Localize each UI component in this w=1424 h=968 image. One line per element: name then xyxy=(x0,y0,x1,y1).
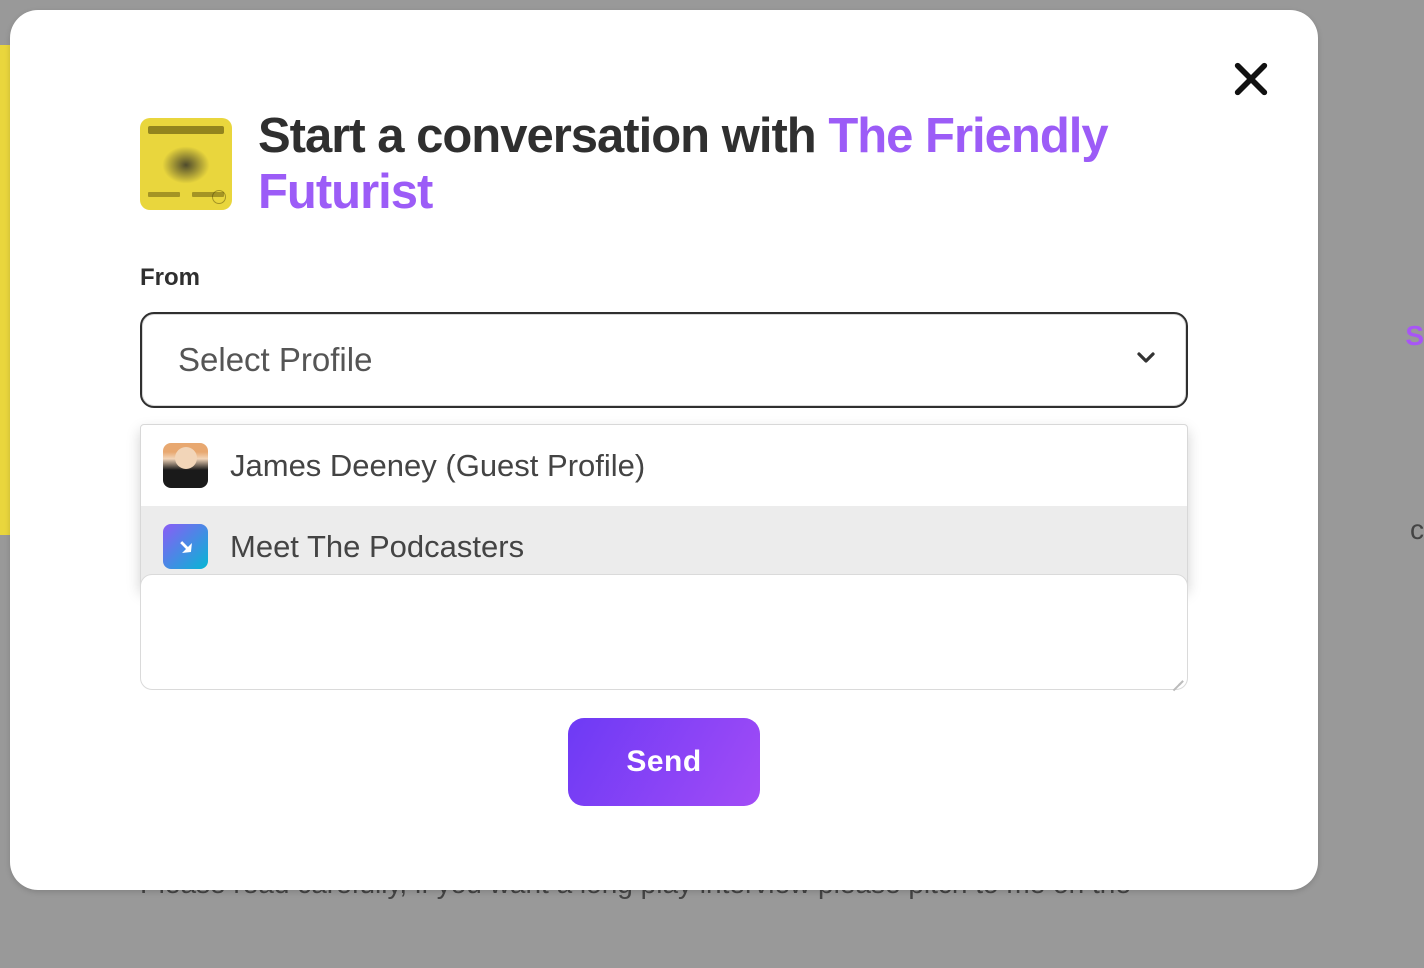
profile-select[interactable]: Select Profile xyxy=(140,312,1188,408)
profile-select-wrapper: Select Profile James Deeney (Guest Profi… xyxy=(140,312,1188,408)
avatar xyxy=(163,524,208,569)
modal-title: Start a conversation with The Friendly F… xyxy=(258,108,1188,220)
send-button[interactable]: Send xyxy=(568,718,760,806)
option-label: James Deeney (Guest Profile) xyxy=(230,448,645,484)
modal-header: Start a conversation with The Friendly F… xyxy=(10,10,1318,220)
profile-dropdown: James Deeney (Guest Profile) Meet The Po… xyxy=(140,424,1188,588)
background-text-fragment: c xyxy=(1410,514,1424,546)
form-area: From Select Profile James Deeney (Guest … xyxy=(10,220,1318,408)
from-label: From xyxy=(140,264,1188,292)
title-prefix: Start a conversation with xyxy=(258,109,828,163)
message-textarea[interactable] xyxy=(140,574,1188,690)
chevron-down-icon xyxy=(1132,344,1160,377)
podcast-avatar xyxy=(140,118,232,210)
avatar xyxy=(163,443,208,488)
background-text-fragment: S xyxy=(1405,320,1424,352)
close-button[interactable] xyxy=(1224,52,1278,106)
option-label: Meet The Podcasters xyxy=(230,529,524,565)
profile-option-guest[interactable]: James Deeney (Guest Profile) xyxy=(141,425,1187,506)
conversation-modal: Start a conversation with The Friendly F… xyxy=(10,10,1318,890)
select-placeholder: Select Profile xyxy=(176,341,372,379)
close-icon xyxy=(1231,59,1271,99)
